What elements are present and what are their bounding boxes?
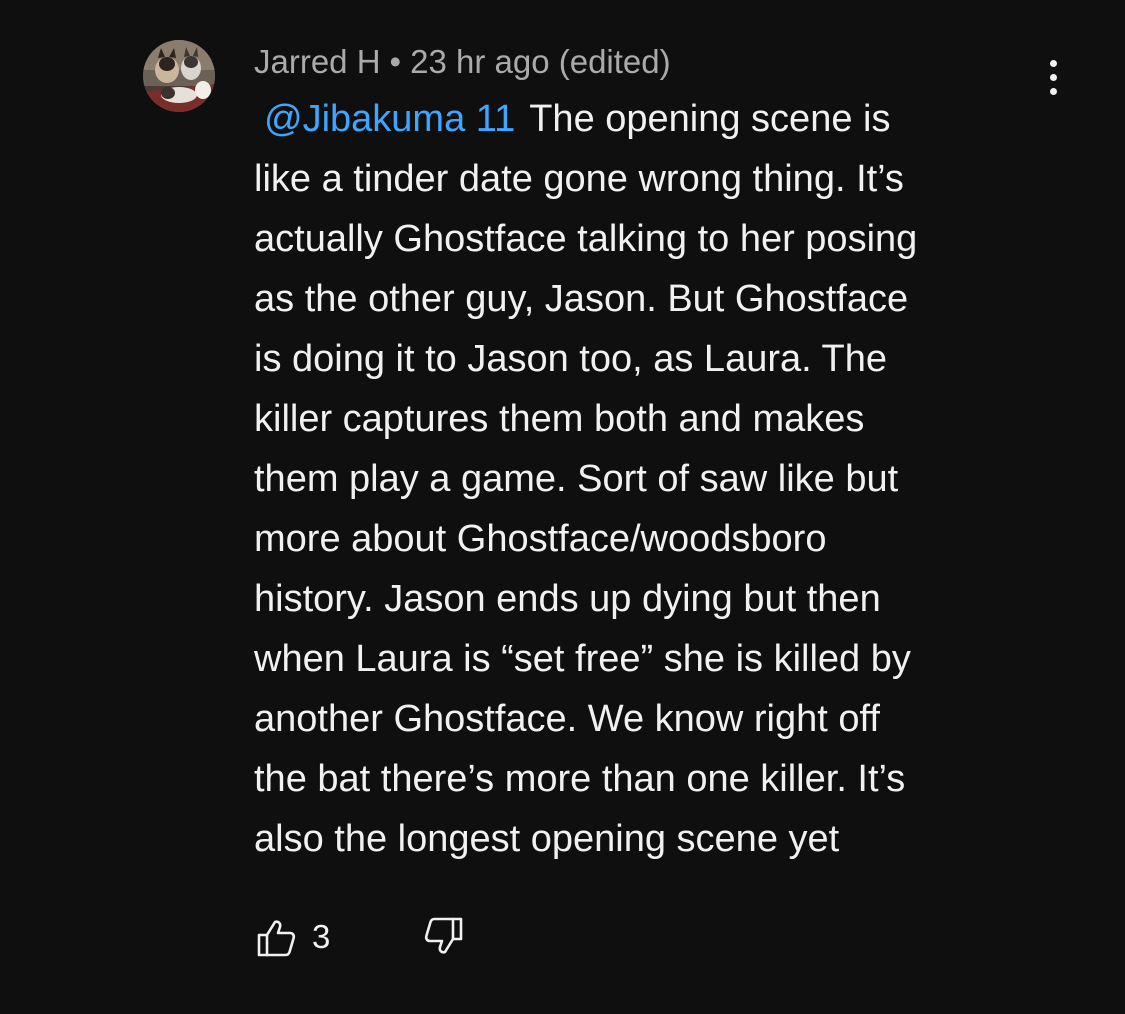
comment-line: is doing it to Jason too, as Laura. The [254, 338, 888, 380]
comment-line: them play a game. Sort of saw like but [254, 458, 899, 500]
comment-line: more about Ghostface/woodsboro [254, 518, 827, 560]
like-button[interactable] [256, 918, 296, 958]
comment-line: actually Ghostface talking to her posing [254, 218, 918, 260]
separator-dot: • [389, 43, 402, 80]
comment-line: another Ghostface. We know right off [254, 698, 880, 740]
author-name[interactable]: Jarred H [254, 43, 381, 80]
menu-dot [1049, 59, 1057, 67]
avatar-image [143, 40, 215, 112]
comment-line: @Jibakuma 11 The opening scene is [254, 89, 1054, 149]
comment-line-text: The opening scene is [529, 98, 891, 140]
timestamp[interactable]: 23 hr ago (edited) [410, 43, 671, 80]
comment-line: the bat there’s more than one killer. It… [254, 758, 906, 800]
comment-line: as the other guy, Jason. But Ghostface [254, 278, 909, 320]
comment-line: also the longest opening scene yet [254, 818, 840, 860]
comment-thread-item: Jarred H • 23 hr ago (edited) @Jibakuma 11… [0, 0, 1125, 1014]
thumbs-down-icon [424, 917, 463, 954]
comment-header: Jarred H • 23 hr ago (edited) [254, 40, 671, 84]
thumbs-up-icon [257, 920, 296, 957]
comment-line: when Laura is “set free” she is killed b… [254, 638, 911, 680]
like-count: 3 [312, 918, 331, 955]
menu-dot [1049, 73, 1057, 81]
comment-line: like a tinder date gone wrong thing. It’… [254, 158, 904, 200]
comment-line: history. Jason ends up dying but then [254, 578, 881, 620]
comment-text: @Jibakuma 11 The opening scene is like a … [254, 89, 1054, 869]
dislike-button[interactable] [424, 916, 464, 956]
avatar[interactable] [143, 40, 215, 112]
comment-line: killer captures them both and makes [254, 398, 865, 440]
mention-link[interactable]: @Jibakuma 11 [264, 98, 515, 140]
